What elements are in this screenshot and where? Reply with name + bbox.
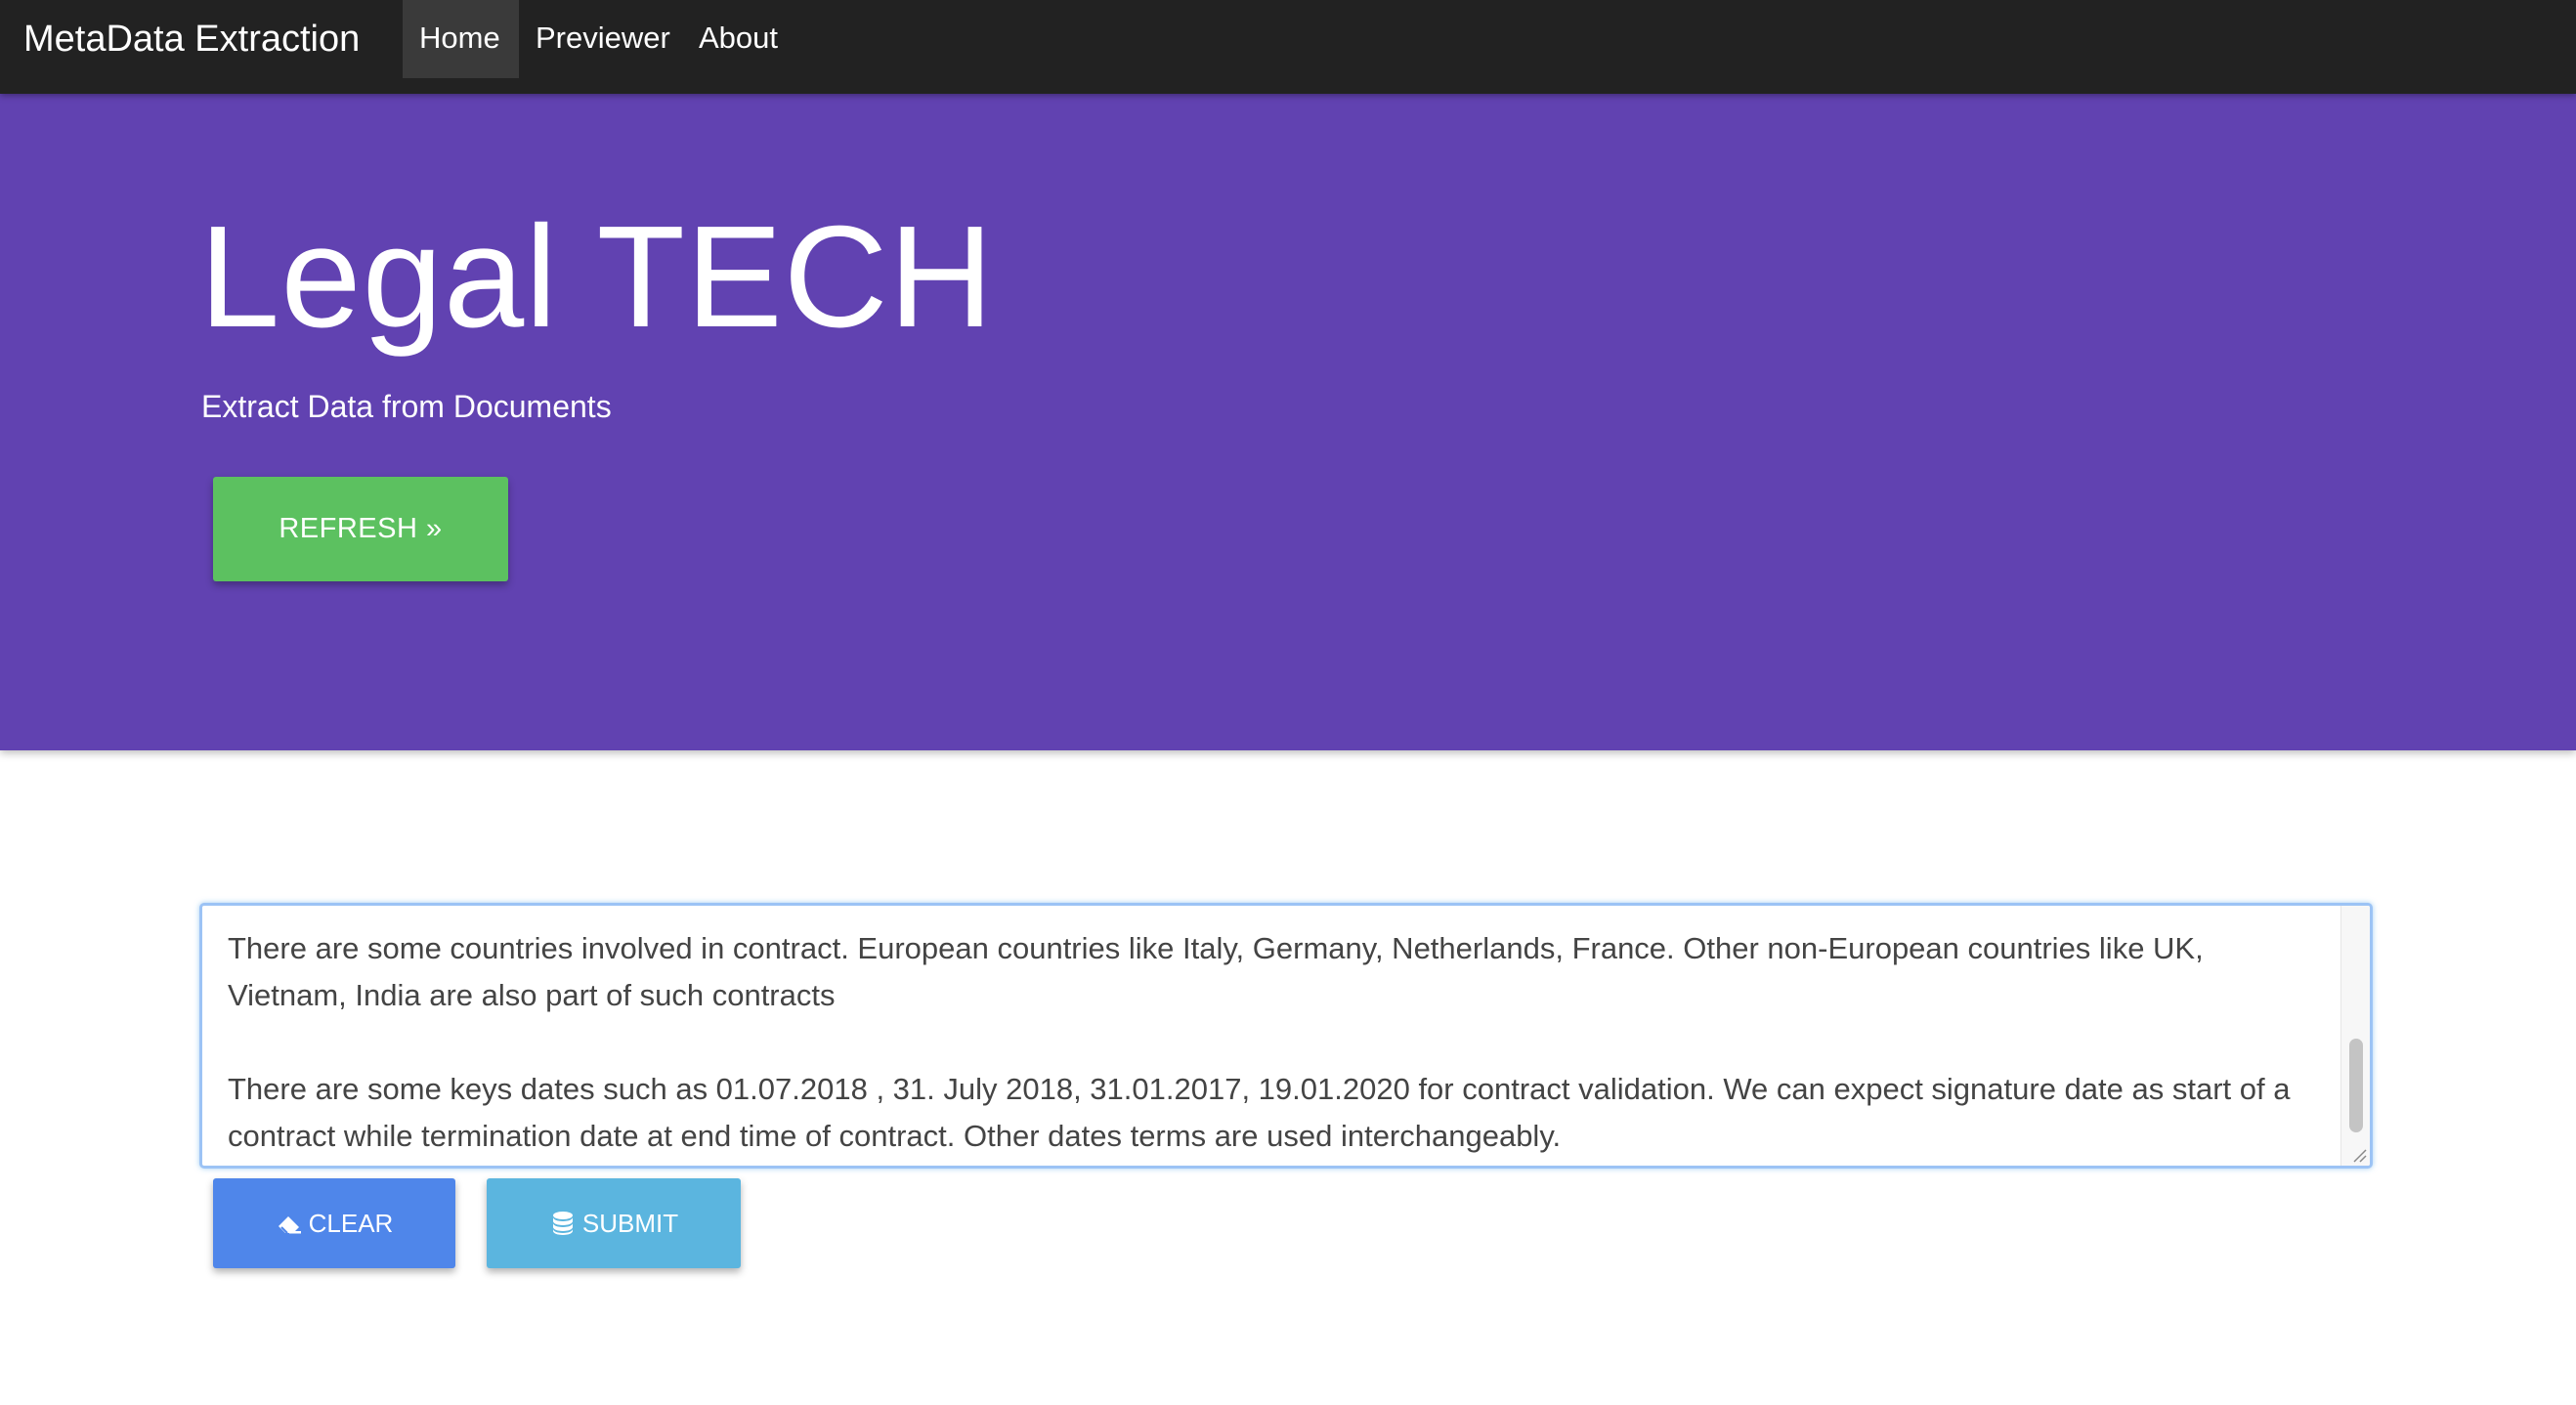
database-icon: [552, 1212, 573, 1235]
submit-button[interactable]: SUBMIT: [487, 1178, 741, 1268]
document-text-input[interactable]: There are some countries involved in con…: [199, 903, 2373, 1169]
resize-handle-icon[interactable]: [2351, 1147, 2367, 1163]
textarea-scrollbar-thumb[interactable]: [2349, 1039, 2363, 1132]
hero-title: Legal TECH: [199, 196, 995, 358]
nav-item-home[interactable]: Home: [403, 0, 519, 78]
submit-button-label: SUBMIT: [581, 1208, 679, 1238]
hero-jumbotron: Legal TECH Extract Data from Documents R…: [0, 94, 2576, 750]
top-navbar: MetaData Extraction Home Previewer About: [0, 0, 2576, 94]
clear-button-label: CLEAR: [308, 1208, 394, 1238]
navbar-brand[interactable]: MetaData Extraction: [23, 0, 360, 78]
document-text-content[interactable]: There are some countries involved in con…: [228, 925, 2319, 1160]
clear-button[interactable]: CLEAR: [213, 1178, 455, 1268]
hero-subtitle: Extract Data from Documents: [201, 389, 612, 424]
refresh-button[interactable]: REFRESH »: [213, 477, 508, 581]
eraser-icon: [278, 1216, 301, 1234]
nav-item-previewer[interactable]: Previewer: [519, 0, 687, 78]
nav-item-about[interactable]: About: [682, 0, 794, 78]
